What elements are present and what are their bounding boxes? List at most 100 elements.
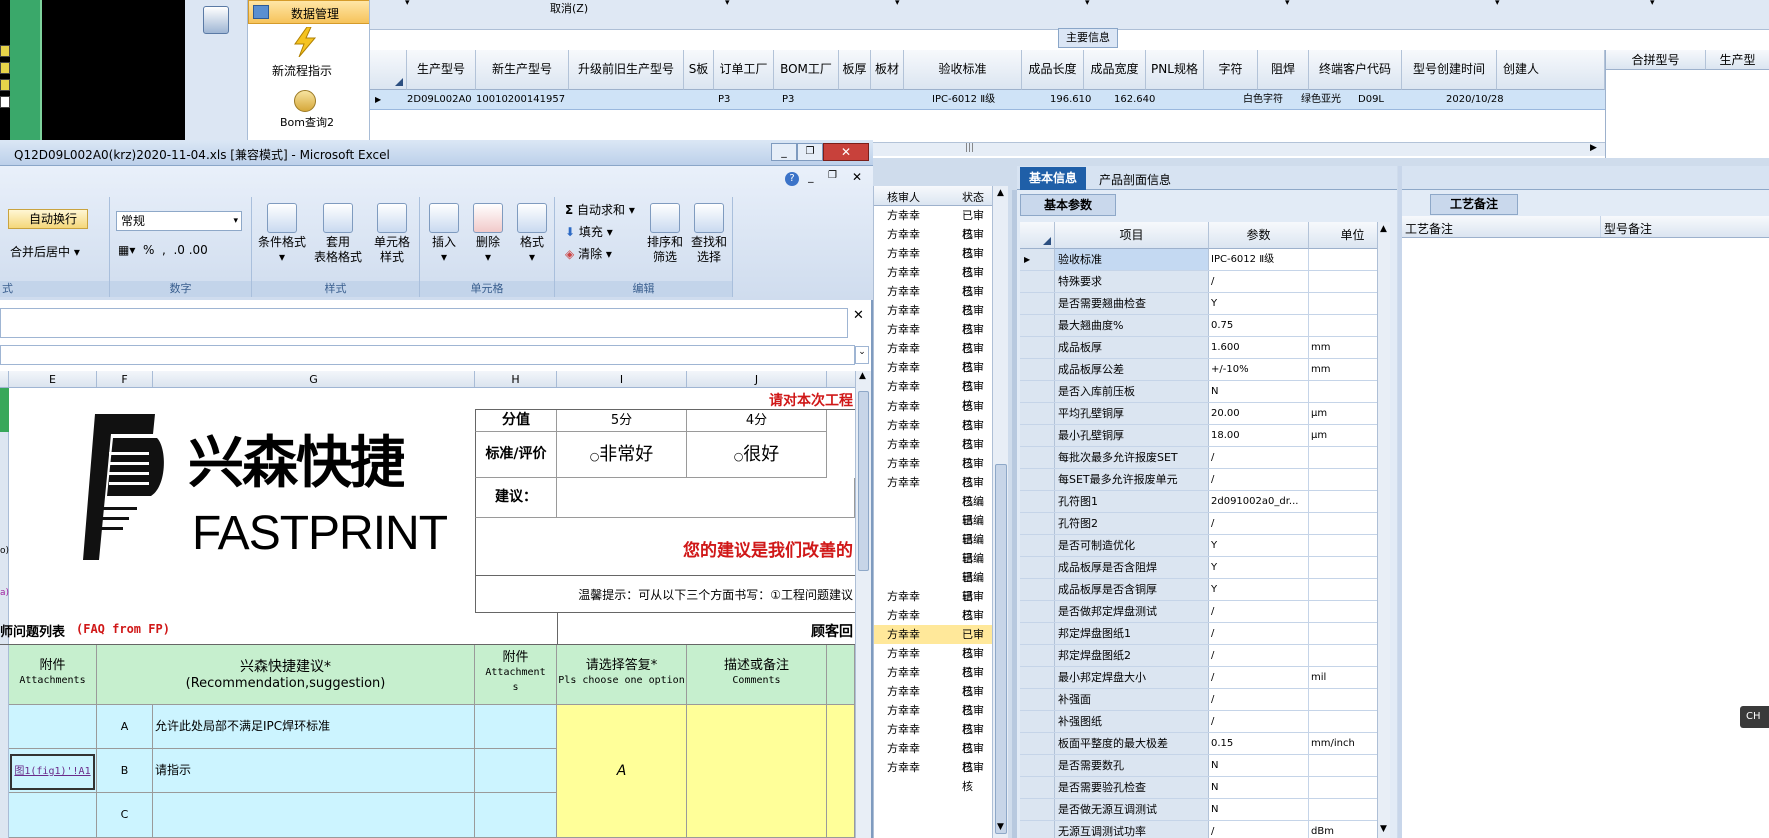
- list-item[interactable]: 方幸幸已审核: [874, 758, 992, 793]
- attachment-cell[interactable]: [475, 705, 557, 749]
- param-value[interactable]: Y: [1209, 535, 1309, 556]
- table-row[interactable]: 板面平整度的最大极差 0.15 mm/inch: [1020, 733, 1377, 755]
- formula-bar[interactable]: [0, 308, 848, 338]
- table-row[interactable]: 孔符图1 2d091002a0_dr...: [1020, 491, 1377, 513]
- grid-cell[interactable]: 绿色亚光: [1301, 90, 1341, 109]
- param-value[interactable]: 1.600: [1209, 337, 1309, 358]
- table-row[interactable]: 成品板厚公差 +/-10% mm: [1020, 359, 1377, 381]
- nav-item-bom-query[interactable]: Bom查询2: [280, 114, 334, 130]
- table-format-button[interactable]: 套用 表格格式: [310, 203, 366, 265]
- list-item[interactable]: 方幸幸已审核: [874, 473, 992, 508]
- param-value[interactable]: /: [1209, 447, 1309, 468]
- craft-col-header[interactable]: 型号备注: [1604, 220, 1652, 237]
- table-row[interactable]: 是否可制造优化 Y: [1020, 535, 1377, 557]
- chevron-down-icon[interactable]: ▾: [405, 0, 410, 8]
- grid-cell[interactable]: 2020/10/28: [1446, 90, 1504, 109]
- grid-col-header[interactable]: 生产型: [1706, 50, 1769, 70]
- param-value[interactable]: N: [1209, 381, 1309, 402]
- list-item[interactable]: 方幸幸已审核: [874, 454, 992, 489]
- scroll-up-icon[interactable]: ▲: [1380, 224, 1387, 234]
- grid-cell[interactable]: D09L: [1358, 90, 1384, 109]
- attachment-cell[interactable]: [475, 793, 557, 838]
- grid-cell[interactable]: 10010200141957: [476, 90, 565, 109]
- help-icon[interactable]: ?: [785, 172, 799, 186]
- chevron-down-icon[interactable]: ▾: [895, 0, 900, 8]
- list-item[interactable]: 已编辑: [874, 492, 992, 527]
- reviewer-col-header[interactable]: 核审人: [887, 189, 920, 205]
- grid-col-header[interactable]: 创建人: [1497, 50, 1605, 90]
- column-header[interactable]: H: [475, 371, 557, 387]
- grid-cell[interactable]: 196.610: [1050, 90, 1091, 109]
- list-item[interactable]: 方幸幸已审核: [874, 663, 992, 698]
- vertical-scrollbar[interactable]: ▲ ▼: [1377, 222, 1390, 838]
- attachment-cell[interactable]: [475, 749, 557, 793]
- table-row[interactable]: 是否入库前压板 N: [1020, 381, 1377, 403]
- clear-button[interactable]: ◈ 清除 ▾: [565, 245, 612, 262]
- nav-header[interactable]: 数据管理: [248, 0, 369, 24]
- scroll-up-icon[interactable]: ▲: [859, 371, 866, 381]
- table-row[interactable]: 成品板厚是否含铜厚 Y: [1020, 579, 1377, 601]
- param-value[interactable]: +/-10%: [1209, 359, 1309, 380]
- number-format-select[interactable]: 常规 ▾: [116, 211, 242, 231]
- params-col-header[interactable]: 参数: [1209, 222, 1309, 249]
- chevron-down-icon[interactable]: ▾: [1085, 0, 1090, 8]
- param-value[interactable]: Y: [1209, 293, 1309, 314]
- fig-link[interactable]: 图1(fig1)'!A1: [10, 754, 95, 790]
- attachment-cell[interactable]: [9, 705, 97, 749]
- answer-cell[interactable]: A: [557, 705, 687, 838]
- param-value[interactable]: /: [1209, 689, 1309, 710]
- grid-col-header[interactable]: PNL规格: [1146, 50, 1204, 90]
- toolbar-icon[interactable]: [0, 45, 10, 57]
- number-format-buttons[interactable]: ▦▾ % , .0 .00: [118, 243, 208, 257]
- list-item[interactable]: 方幸幸已审核: [874, 682, 992, 717]
- attachment-cell[interactable]: [9, 793, 97, 838]
- param-value[interactable]: 0.15: [1209, 733, 1309, 754]
- grid-col-header[interactable]: 阻焊: [1258, 50, 1309, 90]
- grid-col-header[interactable]: 升级前旧生产型号: [569, 50, 684, 90]
- delete-button[interactable]: 删除 ▾: [466, 203, 510, 265]
- table-row[interactable]: 是否需要数孔 N: [1020, 755, 1377, 777]
- params-col-header[interactable]: 项目: [1055, 222, 1209, 249]
- grid-col-header[interactable]: 字符: [1204, 50, 1258, 90]
- table-row[interactable]: 特殊要求 /: [1020, 271, 1377, 293]
- list-item[interactable]: 方幸幸已审核: [874, 301, 992, 336]
- table-row[interactable]: 是否做邦定焊盘测试 /: [1020, 601, 1377, 623]
- chevron-down-icon[interactable]: ▾: [1650, 0, 1655, 8]
- language-button[interactable]: CH: [1740, 706, 1769, 728]
- table-row[interactable]: 最小邦定焊盘大小 / mil: [1020, 667, 1377, 689]
- param-value[interactable]: /: [1209, 513, 1309, 534]
- nav-item-new-flow[interactable]: 新流程指示: [272, 62, 332, 79]
- grid-cell[interactable]: IPC-6012 Ⅱ级: [932, 90, 995, 109]
- list-item[interactable]: 方幸幸已审核: [874, 435, 992, 470]
- param-value[interactable]: 20.00: [1209, 403, 1309, 424]
- table-row[interactable]: 每批次最多允许报废SET /: [1020, 447, 1377, 469]
- grid-cell[interactable]: 白色字符: [1243, 90, 1283, 109]
- comments-cell[interactable]: [687, 705, 827, 838]
- tab-basic-info[interactable]: 基本信息: [1020, 167, 1086, 190]
- param-value[interactable]: /: [1209, 645, 1309, 666]
- grid-col-header[interactable]: 成品长度: [1022, 50, 1084, 90]
- toolbar-icon[interactable]: [0, 79, 10, 91]
- list-item[interactable]: 已编辑: [874, 568, 992, 603]
- grid-col-header[interactable]: 验收标准: [904, 50, 1022, 90]
- list-item[interactable]: 已编辑: [874, 549, 992, 584]
- table-row[interactable]: 最大翘曲度% 0.75: [1020, 315, 1377, 337]
- table-row[interactable]: ▶ 验收标准 IPC-6012 Ⅱ级: [1020, 249, 1377, 271]
- grid-col-header[interactable]: 板材: [871, 50, 904, 90]
- grid-col-header[interactable]: BOM工厂: [774, 50, 839, 90]
- table-row[interactable]: 无源互调测试功率 / dBm: [1020, 821, 1377, 838]
- list-item[interactable]: 已编辑: [874, 530, 992, 565]
- list-item[interactable]: 方幸幸已审核: [874, 720, 992, 755]
- table-row[interactable]: 是否需要翘曲检查 Y: [1020, 293, 1377, 315]
- param-value[interactable]: /: [1209, 271, 1309, 292]
- grid-col-header[interactable]: 订单工厂: [714, 50, 774, 90]
- grid-col-header[interactable]: 生产型号: [407, 50, 476, 90]
- grid-col-header[interactable]: 成品宽度: [1084, 50, 1146, 90]
- column-header[interactable]: J: [687, 371, 827, 387]
- list-item[interactable]: 方幸幸已审核: [874, 320, 992, 355]
- expand-formula-icon[interactable]: ⌄: [855, 346, 869, 364]
- grid-cell[interactable]: 162.640: [1114, 90, 1155, 109]
- name-box-row[interactable]: [0, 345, 855, 365]
- param-value[interactable]: /: [1209, 601, 1309, 622]
- grid-col-header[interactable]: 型号创建时间: [1402, 50, 1497, 90]
